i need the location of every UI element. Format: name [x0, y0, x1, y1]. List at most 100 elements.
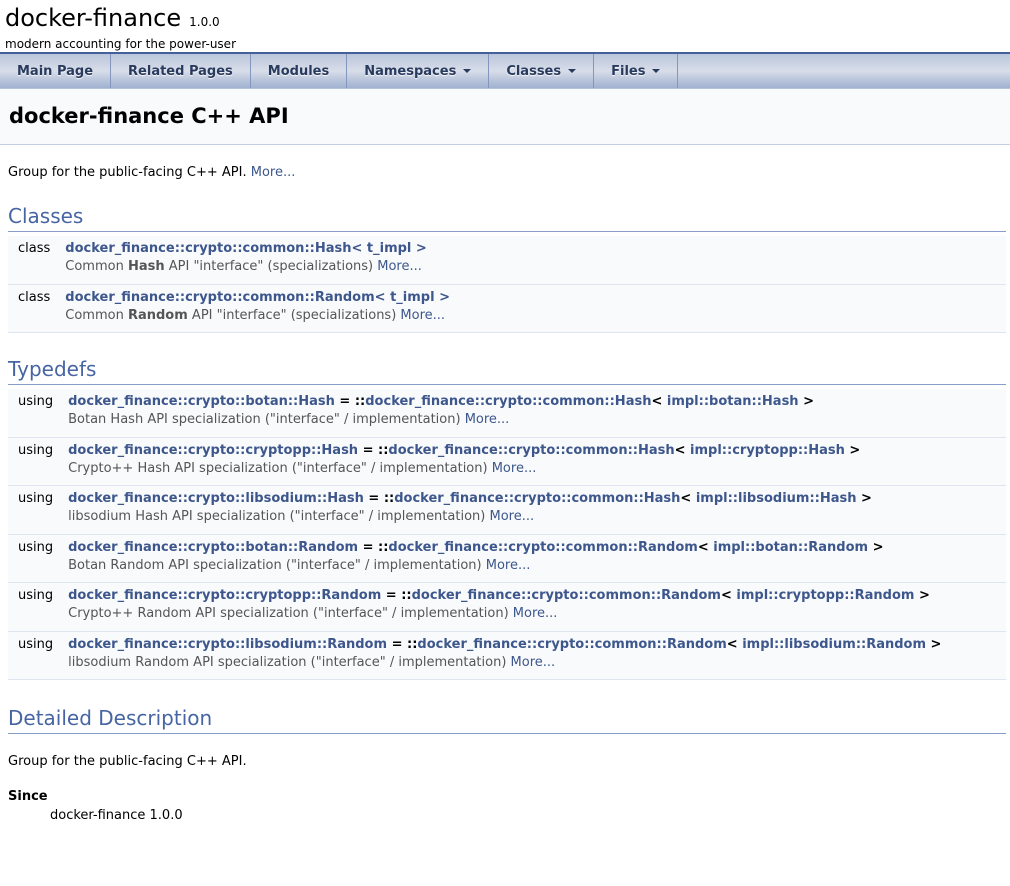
target-link[interactable]: docker_finance::crypto::common::Hash [365, 394, 651, 409]
table-row-desc: Crypto++ Random API specialization ("int… [8, 604, 1006, 627]
template-open: < [727, 637, 742, 652]
param-link[interactable]: impl::botan::Hash [667, 394, 799, 409]
more-link[interactable]: More... [465, 412, 510, 427]
table-row-desc: libsodium Random API specialization ("in… [8, 653, 1006, 676]
main-nav: Main Page Related Pages Modules Namespac… [0, 52, 1010, 89]
table-row-desc: Common Hash API "interface" (specializat… [8, 257, 1006, 280]
more-link[interactable]: More... [513, 606, 558, 621]
title-area: docker-finance 1.0.0 modern accounting fo… [0, 0, 1010, 52]
template-close: > [926, 637, 941, 652]
target-link[interactable]: docker_finance::crypto::common::Random [417, 637, 726, 652]
desc-bold-text: Random [128, 308, 188, 323]
typedef-link[interactable]: docker_finance::crypto::botan::Random [68, 540, 358, 555]
desc-text: Crypto++ Hash API specialization ("inter… [68, 461, 492, 476]
class-link[interactable]: docker_finance::crypto::common::Hash< t_… [65, 241, 427, 256]
desc-bold-text: Hash [128, 259, 165, 274]
more-link[interactable]: More... [492, 461, 537, 476]
template-close: > [845, 443, 860, 458]
intro-text: Group for the public-facing C++ API. [8, 165, 247, 180]
desc-text: Crypto++ Random API specialization ("int… [68, 606, 513, 621]
desc-text: Common [65, 259, 128, 274]
param-link[interactable]: impl::cryptopp::Random [736, 588, 914, 603]
tab-modules[interactable]: Modules [251, 54, 347, 88]
member-description: Common Hash API "interface" (specializat… [65, 257, 1006, 280]
desc-text: Common [65, 308, 128, 323]
desc-text: libsodium Hash API specialization ("inte… [68, 509, 489, 524]
since-value: docker-finance 1.0.0 [50, 808, 1006, 823]
member-kind: using [8, 437, 68, 459]
table-row: using docker_finance::crypto::botan::Has… [8, 389, 1006, 410]
member-declaration: docker_finance::crypto::common::Hash< t_… [65, 236, 1006, 257]
project-name-text: docker-finance [5, 4, 181, 32]
typedefs-heading: Typedefs [8, 357, 1006, 385]
table-row-desc: Botan Random API specialization ("interf… [8, 556, 1006, 579]
equals-text: = :: [387, 637, 417, 652]
intro-paragraph: Group for the public-facing C++ API. Mor… [8, 165, 1006, 180]
chevron-down-icon [568, 69, 576, 77]
typedef-link[interactable]: docker_finance::crypto::botan::Hash [68, 394, 335, 409]
table-row: using docker_finance::crypto::botan::Ran… [8, 534, 1006, 556]
contents: Group for the public-facing C++ API. Mor… [0, 165, 1010, 823]
class-link[interactable]: docker_finance::crypto::common::Random< … [65, 290, 450, 305]
target-link[interactable]: docker_finance::crypto::common::Hash [388, 443, 674, 458]
more-link[interactable]: More... [400, 308, 445, 323]
param-link[interactable]: impl::libsodium::Random [742, 637, 926, 652]
member-description: Crypto++ Random API specialization ("int… [68, 604, 1006, 627]
chevron-down-icon [652, 69, 660, 77]
member-kind: using [8, 583, 68, 605]
typedef-link[interactable]: docker_finance::crypto::cryptopp::Random [68, 588, 381, 603]
member-declaration: docker_finance::crypto::cryptopp::Random… [68, 583, 1006, 605]
page-title: docker-finance C++ API [0, 89, 1010, 128]
tab-classes[interactable]: Classes [489, 54, 594, 88]
target-link[interactable]: docker_finance::crypto::common::Random [388, 540, 697, 555]
classes-heading: Classes [8, 204, 1006, 232]
target-link[interactable]: docker_finance::crypto::common::Random [412, 588, 721, 603]
param-link[interactable]: impl::botan::Random [713, 540, 868, 555]
table-row: class docker_finance::crypto::common::Ha… [8, 236, 1006, 257]
project-brief: modern accounting for the power-user [5, 37, 1010, 52]
tab-namespaces[interactable]: Namespaces [347, 54, 489, 88]
row-separator [8, 676, 1006, 680]
equals-text: = :: [358, 540, 388, 555]
member-declaration: docker_finance::crypto::botan::Random = … [68, 534, 1006, 556]
param-link[interactable]: impl::libsodium::Hash [696, 491, 857, 506]
typedef-link[interactable]: docker_finance::crypto::libsodium::Hash [68, 491, 364, 506]
member-kind: using [8, 486, 68, 508]
desc-text: API "interface" (specializations) [188, 308, 401, 323]
typedef-link[interactable]: docker_finance::crypto::cryptopp::Hash [68, 443, 358, 458]
intro-more-link[interactable]: More... [251, 165, 296, 180]
page-header: docker-finance C++ API [0, 89, 1010, 145]
member-description: libsodium Random API specialization ("in… [68, 653, 1006, 676]
tab-main-page[interactable]: Main Page [0, 54, 111, 88]
tab-files-label: Files [611, 64, 645, 79]
more-link[interactable]: More... [486, 558, 531, 573]
more-link[interactable]: More... [511, 655, 556, 670]
desc-text: libsodium Random API specialization ("in… [68, 655, 510, 670]
template-open: < [721, 588, 736, 603]
more-link[interactable]: More... [377, 259, 422, 274]
member-declaration: docker_finance::crypto::botan::Hash = ::… [68, 389, 1006, 410]
member-description: Crypto++ Hash API specialization ("inter… [68, 459, 1006, 482]
member-declaration: docker_finance::crypto::cryptopp::Hash =… [68, 437, 1006, 459]
template-open: < [651, 394, 666, 409]
member-declaration: docker_finance::crypto::common::Random< … [65, 284, 1006, 306]
tab-files[interactable]: Files [594, 54, 678, 88]
table-row-desc: Botan Hash API specialization ("interfac… [8, 410, 1006, 433]
member-kind: class [8, 284, 65, 306]
member-description: libsodium Hash API specialization ("inte… [68, 507, 1006, 530]
row-separator [8, 329, 1006, 333]
tab-related-pages-label: Related Pages [128, 64, 233, 79]
more-link[interactable]: More... [489, 509, 534, 524]
project-version: 1.0.0 [189, 15, 220, 29]
tab-related-pages[interactable]: Related Pages [111, 54, 251, 88]
table-row: using docker_finance::crypto::cryptopp::… [8, 437, 1006, 459]
target-link[interactable]: docker_finance::crypto::common::Hash [394, 491, 680, 506]
member-description: Botan Hash API specialization ("interfac… [68, 410, 1006, 433]
member-kind: using [8, 631, 68, 653]
typedef-link[interactable]: docker_finance::crypto::libsodium::Rando… [68, 637, 387, 652]
desc-text: API "interface" (specializations) [165, 259, 378, 274]
param-link[interactable]: impl::cryptopp::Hash [690, 443, 845, 458]
member-kind: class [8, 236, 65, 257]
member-declaration: docker_finance::crypto::libsodium::Hash … [68, 486, 1006, 508]
detailed-description-heading: Detailed Description [8, 706, 1006, 734]
